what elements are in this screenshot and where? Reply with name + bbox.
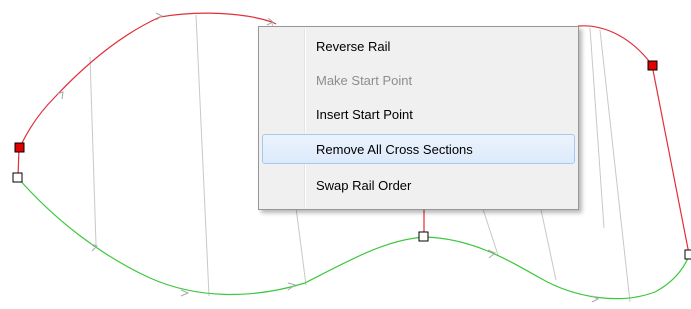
top-rail[interactable] <box>19 12 277 148</box>
cross-section-line[interactable] <box>599 29 631 303</box>
control-point[interactable] <box>684 249 691 260</box>
cross-section-line[interactable] <box>589 27 605 229</box>
menu-item-make-start-point: Make Start Point <box>316 73 413 88</box>
menu-item-remove-all-cross-sections[interactable]: Remove All Cross Sections <box>262 134 575 164</box>
cross-section-line[interactable] <box>539 204 557 281</box>
arrow-icon <box>155 12 163 21</box>
top-rail-right[interactable] <box>577 25 690 255</box>
context-menu: Reverse Rail Make Start Point Insert Sta… <box>258 26 579 210</box>
arrow-icon <box>180 289 190 297</box>
control-point[interactable] <box>418 231 429 242</box>
cross-section-line[interactable] <box>195 14 210 297</box>
menu-item-swap-rail-order[interactable]: Swap Rail Order <box>262 170 575 200</box>
control-point-selected[interactable] <box>647 60 658 71</box>
control-point-selected[interactable] <box>14 142 25 153</box>
menu-item-reverse-rail[interactable]: Reverse Rail <box>262 31 575 61</box>
control-point[interactable] <box>12 172 23 183</box>
menu-item-insert-start-point[interactable]: Insert Start Point <box>262 99 575 129</box>
arrow-icon <box>56 91 64 100</box>
cross-section-line[interactable] <box>89 56 97 246</box>
